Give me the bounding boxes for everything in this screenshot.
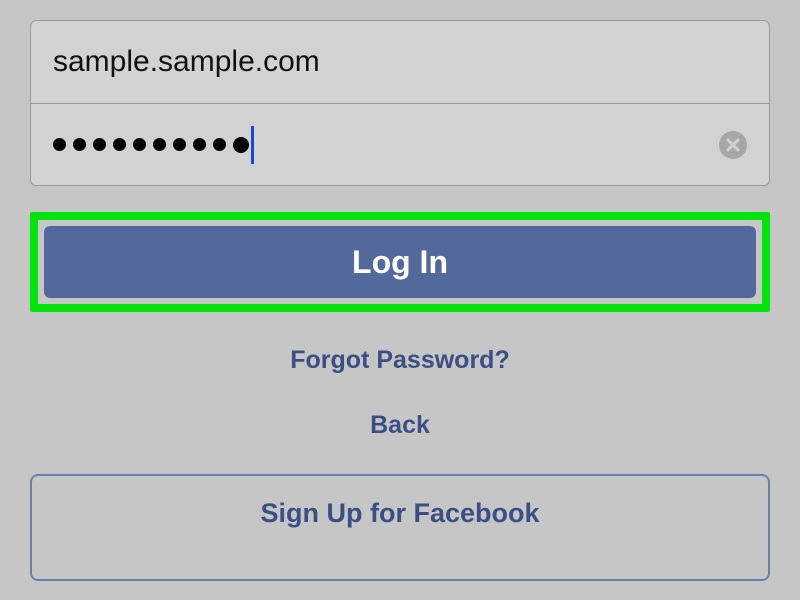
login-button[interactable]: Log In <box>44 226 756 298</box>
email-row <box>31 21 769 103</box>
close-icon <box>726 138 740 152</box>
password-mask <box>53 137 249 153</box>
email-field[interactable] <box>53 45 747 79</box>
signup-button[interactable]: Sign Up for Facebook <box>30 474 770 581</box>
forgot-password-link[interactable]: Forgot Password? <box>30 346 770 375</box>
text-caret <box>251 126 254 164</box>
password-row <box>31 103 769 185</box>
password-field[interactable] <box>53 126 707 164</box>
login-button-highlight: Log In <box>30 212 770 312</box>
back-link[interactable]: Back <box>30 411 770 440</box>
clear-password-button[interactable] <box>719 131 747 159</box>
credentials-card <box>30 20 770 186</box>
